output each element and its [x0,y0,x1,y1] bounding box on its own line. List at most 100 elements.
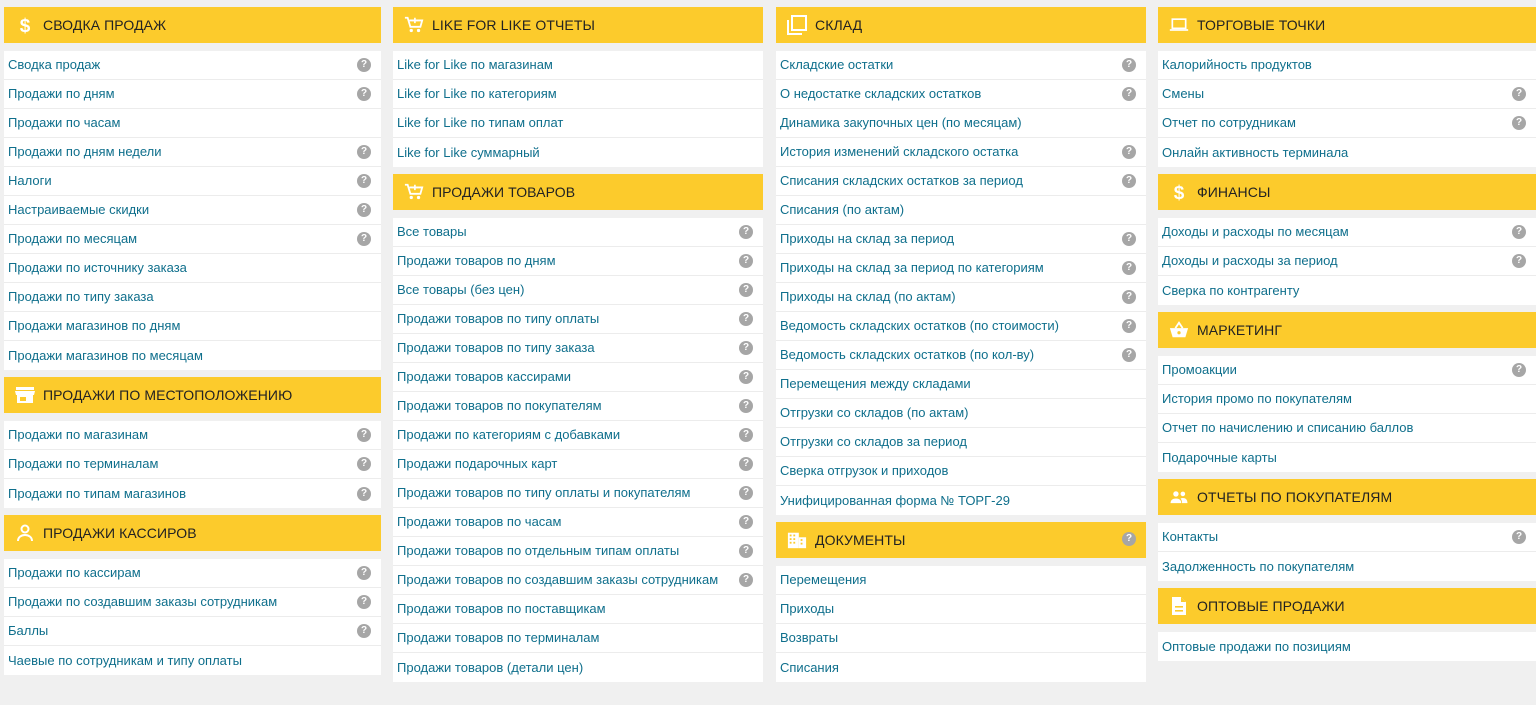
report-link[interactable]: Продажи по дням недели [8,143,162,161]
report-link-row[interactable]: Задолженность по покупателям [1158,552,1536,581]
report-link[interactable]: Возвраты [780,629,838,647]
help-icon[interactable]: ? [357,203,371,217]
report-link-row[interactable]: Продажи по создавшим заказы сотрудникам? [4,588,381,617]
report-link-row[interactable]: Продажи подарочных карт? [393,450,763,479]
help-icon[interactable]: ? [1512,116,1526,130]
report-link-row[interactable]: Продажи товаров (детали цен) [393,653,763,682]
report-link-row[interactable]: Продажи товаров по поставщикам [393,595,763,624]
help-icon[interactable]: ? [739,399,753,413]
report-link[interactable]: Подарочные карты [1162,449,1277,467]
report-link-row[interactable]: Like for Like по магазинам [393,51,763,80]
help-icon[interactable]: ? [739,370,753,384]
report-link-row[interactable]: Like for Like по типам оплат [393,109,763,138]
report-link[interactable]: Отгрузки со складов за период [780,433,967,451]
report-link[interactable]: Приходы на склад за период по категориям [780,259,1044,277]
report-link[interactable]: Продажи товаров по создавшим заказы сотр… [397,571,718,589]
help-icon[interactable]: ? [1122,261,1136,275]
report-link-row[interactable]: Складские остатки? [776,51,1146,80]
report-link[interactable]: История изменений складского остатка [780,143,1018,161]
help-icon[interactable]: ? [357,428,371,442]
report-link-row[interactable]: Продажи товаров по типу оплаты и покупат… [393,479,763,508]
report-link[interactable]: Списания складских остатков за период [780,172,1023,190]
help-icon[interactable]: ? [739,428,753,442]
help-icon[interactable]: ? [357,174,371,188]
report-link[interactable]: Продажи товаров по типу заказа [397,339,595,357]
report-link-row[interactable]: Отчет по начислению и списанию баллов [1158,414,1536,443]
report-link-row[interactable]: Продажи товаров по типу заказа? [393,334,763,363]
report-link-row[interactable]: Продажи товаров по создавшим заказы сотр… [393,566,763,595]
help-icon[interactable]: ? [1122,232,1136,246]
report-link[interactable]: Продажи по месяцам [8,230,137,248]
report-link[interactable]: Продажи по часам [8,114,120,132]
report-link-row[interactable]: Продажи магазинов по дням [4,312,381,341]
report-link[interactable]: Приходы на склад за период [780,230,954,248]
report-link[interactable]: Сверка по контрагенту [1162,282,1299,300]
report-link[interactable]: Продажи товаров кассирами [397,368,571,386]
help-icon[interactable]: ? [1122,145,1136,159]
report-link-row[interactable]: Налоги? [4,167,381,196]
report-link[interactable]: Доходы и расходы по месяцам [1162,223,1349,241]
report-link-row[interactable]: Like for Like по категориям [393,80,763,109]
report-link[interactable]: Продажи товаров по дням [397,252,556,270]
report-link[interactable]: Перемещения между складами [780,375,971,393]
report-link[interactable]: Ведомость складских остатков (по стоимос… [780,317,1059,335]
report-link[interactable]: Все товары (без цен) [397,281,524,299]
report-link[interactable]: Перемещения [780,571,866,589]
report-link-row[interactable]: Продажи по часам [4,109,381,138]
report-link[interactable]: Продажи подарочных карт [397,455,557,473]
report-link[interactable]: Складские остатки [780,56,893,74]
help-icon[interactable]: ? [1512,225,1526,239]
report-link[interactable]: Ведомость складских остатков (по кол-ву) [780,346,1034,364]
report-link[interactable]: Списания (по актам) [780,201,904,219]
report-link-row[interactable]: Продажи товаров по отдельным типам оплат… [393,537,763,566]
report-link[interactable]: Сводка продаж [8,56,100,74]
report-link[interactable]: Продажи товаров по часам [397,513,561,531]
report-link-row[interactable]: Продажи товаров кассирами? [393,363,763,392]
report-link[interactable]: Продажи товаров (детали цен) [397,659,583,677]
report-link[interactable]: Продажи магазинов по месяцам [8,347,203,365]
help-icon[interactable]: ? [739,573,753,587]
report-link-row[interactable]: Смены? [1158,80,1536,109]
help-icon[interactable]: ? [1122,290,1136,304]
help-icon[interactable]: ? [739,341,753,355]
help-icon[interactable]: ? [1122,87,1136,101]
help-icon[interactable]: ? [1122,348,1136,362]
report-link-row[interactable]: Приходы на склад (по актам)? [776,283,1146,312]
report-link[interactable]: Продажи по категориям с добавками [397,426,620,444]
report-link[interactable]: Списания [780,659,839,677]
help-icon[interactable]: ? [357,595,371,609]
report-link-row[interactable]: Продажи по магазинам? [4,421,381,450]
report-link[interactable]: Продажи товаров по терминалам [397,629,599,647]
report-link[interactable]: Смены [1162,85,1204,103]
report-link-row[interactable]: Приходы на склад за период по категориям… [776,254,1146,283]
report-link-row[interactable]: Сводка продаж? [4,51,381,80]
help-icon[interactable]: ? [739,225,753,239]
report-link-row[interactable]: Продажи по типу заказа [4,283,381,312]
report-link[interactable]: Сверка отгрузок и приходов [780,462,948,480]
help-icon[interactable]: ? [1512,87,1526,101]
report-link-row[interactable]: Контакты? [1158,523,1536,552]
help-icon[interactable]: ? [357,232,371,246]
help-icon[interactable]: ? [357,457,371,471]
report-link[interactable]: Баллы [8,622,48,640]
help-icon[interactable]: ? [1512,530,1526,544]
report-link[interactable]: Динамика закупочных цен (по месяцам) [780,114,1022,132]
report-link[interactable]: Продажи по дням [8,85,115,103]
help-icon[interactable]: ? [357,145,371,159]
report-link-row[interactable]: Оптовые продажи по позициям [1158,632,1536,661]
report-link-row[interactable]: Доходы и расходы по месяцам? [1158,218,1536,247]
report-link-row[interactable]: Настраиваемые скидки? [4,196,381,225]
report-link[interactable]: Like for Like по категориям [397,85,557,103]
report-link-row[interactable]: Ведомость складских остатков (по стоимос… [776,312,1146,341]
report-link-row[interactable]: Все товары (без цен)? [393,276,763,305]
help-icon[interactable]: ? [1122,58,1136,72]
report-link[interactable]: Продажи по типам магазинов [8,485,186,503]
report-link-row[interactable]: Все товары? [393,218,763,247]
report-link-row[interactable]: Перемещения [776,566,1146,595]
help-icon[interactable]: ? [357,624,371,638]
help-icon[interactable]: ? [739,312,753,326]
report-link-row[interactable]: Ведомость складских остатков (по кол-ву)… [776,341,1146,370]
report-link[interactable]: Отгрузки со складов (по актам) [780,404,968,422]
report-link[interactable]: Продажи товаров по типу оплаты [397,310,599,328]
help-icon[interactable]: ? [739,515,753,529]
